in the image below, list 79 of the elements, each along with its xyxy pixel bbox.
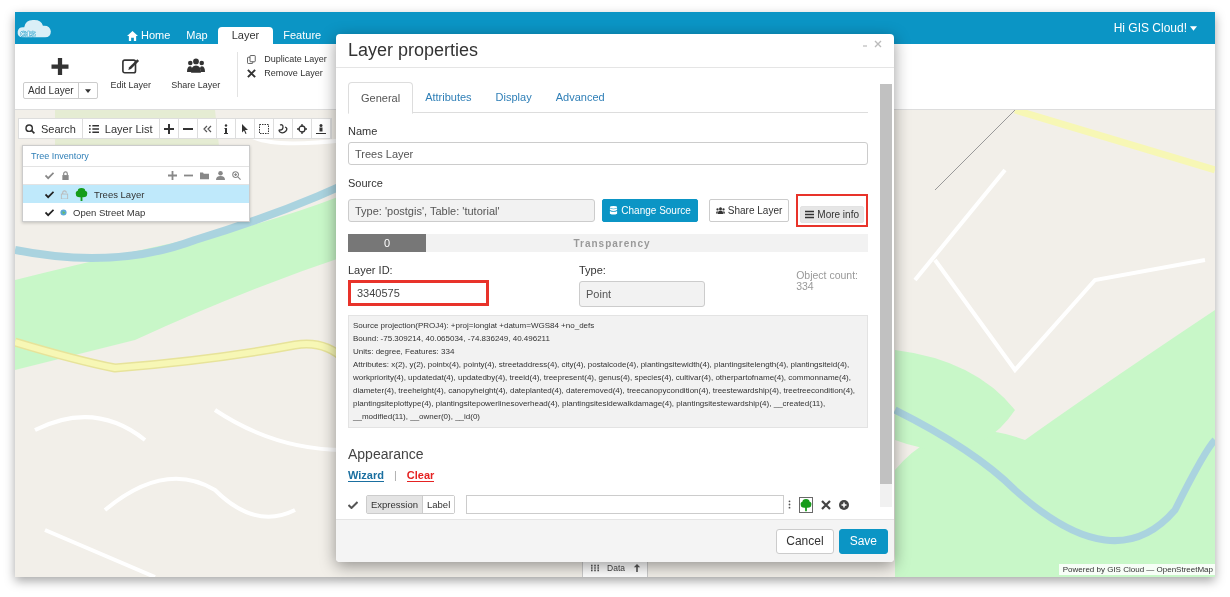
field-label: Name	[348, 125, 379, 137]
object-count-label: Object count:	[796, 270, 858, 281]
duplicate-layer-button[interactable]: Duplicate Layer	[244, 54, 327, 64]
edit-icon	[121, 57, 140, 74]
field-label: Source	[348, 177, 384, 189]
search-icon	[25, 123, 35, 134]
plus-icon[interactable]	[51, 58, 70, 75]
source-field[interactable]: Type: 'postgis', Table: 'tutorial'	[348, 199, 596, 222]
object-count-value: 334	[796, 281, 814, 292]
slider-reading: 0	[383, 237, 391, 249]
layer-id-field[interactable]: 3340575	[348, 280, 489, 306]
user-icon[interactable]	[216, 171, 225, 180]
dashed-square-icon	[258, 123, 269, 134]
lasso-icon	[277, 123, 288, 134]
transparency-slider[interactable]: 0 Transparency	[348, 234, 868, 252]
edit-layer-button[interactable]: Edit Layer	[103, 44, 159, 109]
folder-icon[interactable]	[200, 171, 209, 180]
info-text: Attributes: x(2), y(2), pointx(4), pointy(4), streetaddress(4), city(4), postalcode(4), plantingsitewidth(4), plantingsitelength(4), plantingsiteid(4), workpriority(4), updatedat(4), updatedby(4), treeid(4), treepresent(4), genus(4), species(4), cultivar(4), otherpartofname(4), commonname(4), diameter(4), treeheight(4), canopyheight(4), dateplanted(4), dateremoved(4), treecanopycondition(4), treestewardship(4), treetreecondition(4), plantingsiteplottype(4), plantingsitepowerlinesoverhead(4), plantingsitesidewalkdamage(4), plantingsitestewardship(4), __created(11), __modified(11), __owner(0), __id(0)	[353, 359, 857, 423]
plus-icon	[163, 123, 174, 134]
dialog-tab[interactable]: Attributes	[413, 82, 484, 112]
tree-icon	[75, 187, 88, 201]
arrow-up-icon	[633, 563, 641, 572]
layer-row[interactable]: Open Street Map	[23, 203, 249, 221]
more-icon[interactable]	[788, 500, 792, 509]
map-attribution: Powered by GIS Cloud — OpenStreetMap	[1058, 564, 1215, 575]
dialog-title: Layer properties	[348, 40, 479, 61]
database-icon	[609, 206, 619, 215]
field-label: Layer ID:	[348, 264, 394, 276]
layer-panel-title: Tree Inventory	[23, 146, 249, 167]
dialog-tab[interactable]: Display	[483, 82, 544, 112]
check-icon[interactable]	[45, 171, 54, 180]
close-icon[interactable]	[821, 499, 832, 510]
double-chevron-icon	[201, 123, 212, 134]
users-icon	[186, 57, 205, 74]
mode-toggle[interactable]: Expression	[367, 496, 423, 513]
close-icon	[247, 68, 257, 78]
separator: |	[393, 469, 397, 482]
person-icon	[315, 123, 326, 134]
lock-icon[interactable]	[61, 171, 70, 180]
expression-field[interactable]	[466, 495, 785, 514]
users-icon	[715, 206, 725, 215]
name-field[interactable]: Trees Layer	[348, 142, 868, 165]
tree-symbol-icon[interactable]	[799, 496, 814, 513]
list-icon	[88, 123, 99, 134]
type-field[interactable]: Point	[579, 281, 705, 307]
source-button[interactable]: More info	[800, 206, 864, 223]
caret-icon[interactable]	[84, 88, 91, 93]
menu-icon	[805, 209, 815, 219]
home-icon	[127, 30, 138, 41]
check-icon[interactable]	[45, 189, 54, 199]
grid-icon	[591, 563, 599, 572]
field-label: Type:	[579, 264, 607, 276]
copy-icon	[247, 54, 257, 64]
scrollbar[interactable]	[880, 84, 892, 507]
clear-link[interactable]: Clear	[406, 469, 435, 482]
cancel-button[interactable]: Cancel	[776, 528, 834, 554]
slider-fill[interactable]: 0	[348, 234, 426, 252]
wizard-link[interactable]: Wizard	[348, 469, 384, 482]
add-layer-button[interactable]: Add Layer	[23, 82, 98, 99]
plus-circle-icon[interactable]	[839, 499, 850, 510]
globe-icon	[60, 208, 67, 216]
layer-row[interactable]: Trees Layer	[23, 185, 249, 203]
zoom-in-icon[interactable]	[232, 171, 241, 180]
crosshair-icon	[296, 123, 307, 134]
dialog-tab[interactable]: Advanced	[543, 82, 617, 112]
caret-icon	[1190, 25, 1197, 31]
section-title: Appearance	[348, 446, 425, 462]
source-button[interactable]: Share Layer	[708, 199, 790, 222]
info-text: Units: degree, Features: 334	[353, 346, 456, 358]
check-icon[interactable]	[45, 207, 54, 217]
info-text: Bound: -75.309214, 40.065034, -74.836249, 40.496211	[353, 333, 551, 345]
remove-layer-button[interactable]: Remove Layer	[244, 68, 327, 78]
info-text: Source projection(PROJ4): +proj=longlat +datum=WGS84 +no_defs	[353, 320, 596, 332]
slider-label: Transparency	[572, 237, 652, 249]
share-layer-button[interactable]: Share Layer	[164, 44, 228, 109]
check-icon[interactable]	[348, 500, 358, 509]
cursor-icon	[239, 123, 250, 134]
dialog-tab[interactable]: General	[348, 82, 414, 114]
nav-tab[interactable]: Layer	[217, 27, 274, 44]
